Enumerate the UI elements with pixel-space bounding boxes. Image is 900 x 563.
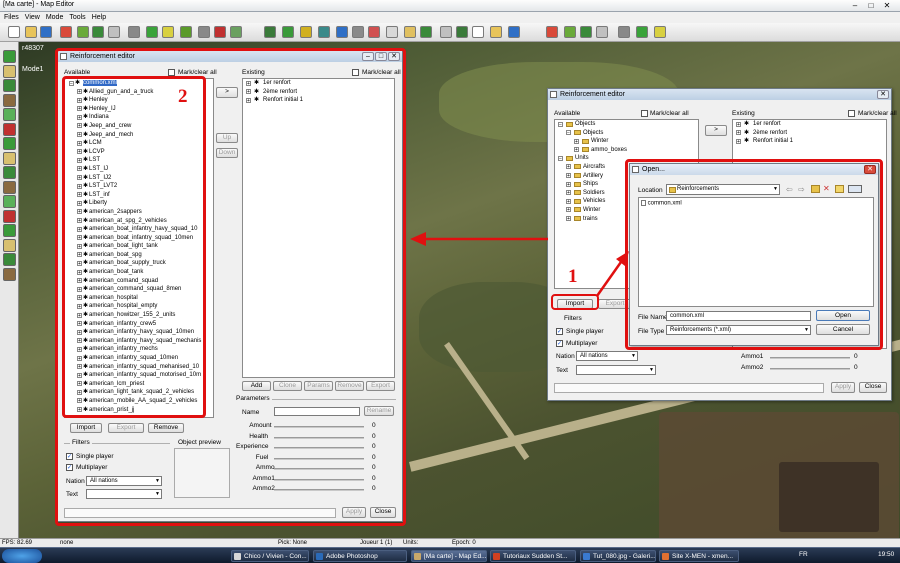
app-icon: [234, 553, 241, 560]
app-icon: [662, 553, 669, 560]
app-icon: [414, 553, 421, 560]
taskbar-item[interactable]: Tutoriaux Sudden St...: [490, 550, 576, 562]
taskbar: FR 19:50 Chico / Vivien - Con... Adobe Ph…: [0, 547, 900, 563]
taskbar-item[interactable]: Chico / Vivien - Con...: [231, 550, 309, 562]
clock: 19:50: [878, 551, 895, 558]
language-indicator[interactable]: FR: [799, 551, 808, 558]
taskbar-item[interactable]: Tut_080.jpg - Galeri...: [580, 550, 656, 562]
app-icon: [316, 553, 323, 560]
annotation-number-2: 2: [178, 86, 188, 107]
app-icon: [583, 553, 590, 560]
annotation-number-1: 1: [568, 266, 578, 287]
taskbar-item[interactable]: Adobe Photoshop: [313, 550, 407, 562]
status-bar: FPS: 82.69 none Pick: None Joueur 1 (1) …: [0, 538, 900, 547]
app-icon: [493, 553, 500, 560]
taskbar-item[interactable]: Site X-MEN - xmen...: [659, 550, 739, 562]
start-button[interactable]: [2, 549, 42, 563]
annotation-arrows: [410, 232, 629, 297]
taskbar-item[interactable]: [Ma carte] - Map Ed...: [411, 550, 487, 562]
